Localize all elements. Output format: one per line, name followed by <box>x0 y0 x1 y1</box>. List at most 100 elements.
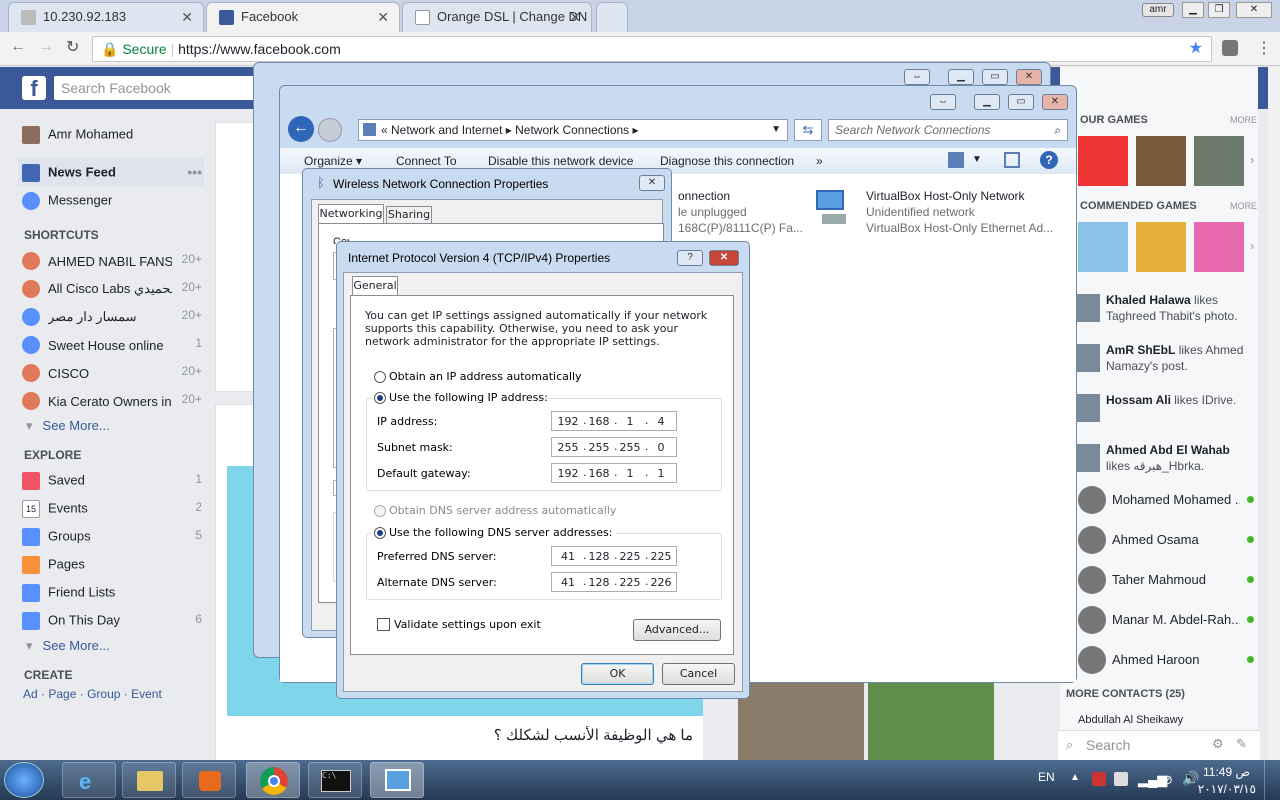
internet-explorer-icon[interactable]: e <box>62 762 116 798</box>
back-icon[interactable]: ← <box>10 38 26 56</box>
media-player-icon[interactable] <box>182 762 236 798</box>
gear-icon[interactable]: ⚙ <box>1212 736 1224 752</box>
create-group-link[interactable]: Group <box>87 687 120 701</box>
help-icon[interactable]: ? <box>1040 151 1058 169</box>
language-indicator[interactable]: EN <box>1038 770 1055 784</box>
start-button[interactable] <box>4 762 44 798</box>
close-icon[interactable]: ✕ <box>1016 69 1042 85</box>
ok-button[interactable]: OK <box>581 663 654 685</box>
advanced-button[interactable]: Advanced... <box>633 619 721 641</box>
validate-checkbox[interactable] <box>377 618 390 631</box>
close-icon[interactable]: ✕ <box>377 3 389 31</box>
toolbar-diagnose[interactable]: Diagnose this connection <box>660 154 794 168</box>
shortcut-item[interactable]: CISCO 20+ <box>22 364 202 382</box>
explore-item[interactable]: On This Day 6 <box>22 612 202 630</box>
game-thumbnail[interactable] <box>1194 136 1244 186</box>
create-ad-link[interactable]: Ad <box>23 687 38 701</box>
subnet-mask-field[interactable]: 255. 255. 255. 0 <box>551 437 677 457</box>
chrome-icon[interactable] <box>246 762 300 798</box>
url-field[interactable]: 🔒 Secure | https://www.facebook.com ★ <box>92 36 1212 62</box>
use-following-dns-radio[interactable] <box>374 527 386 539</box>
address-breadcrumb[interactable]: « Network and Internet ▸ Network Connect… <box>358 119 788 141</box>
clock-time[interactable]: 11:49 ص <box>1200 765 1250 779</box>
clock-date[interactable]: ٢٠١٧/٠٣/١٥ <box>1190 782 1256 796</box>
contact-item[interactable]: Taher Mahmoud <box>1078 564 1258 594</box>
game-thumbnail[interactable] <box>1078 222 1128 272</box>
post-title[interactable]: ما هي الوظيفة الأنسب لشكلك ؟ <box>494 726 693 744</box>
chevron-right-icon[interactable]: › <box>1250 152 1254 167</box>
tab-sharing[interactable]: Sharing <box>386 206 432 224</box>
resize-icon[interactable]: ⇔ <box>930 94 956 110</box>
obtain-dns-auto-label[interactable]: Obtain DNS server address automatically <box>389 504 616 517</box>
tab-networking[interactable]: Networking <box>318 204 384 224</box>
minimize-icon[interactable]: ▁ <box>1182 2 1204 18</box>
post-photo[interactable] <box>738 682 864 760</box>
minimize-icon[interactable]: ▁ <box>948 69 974 85</box>
more-options-icon[interactable]: ••• <box>187 164 202 180</box>
refresh-icon[interactable]: ⇆ <box>794 119 822 141</box>
facebook-logo-icon[interactable]: f <box>22 76 46 101</box>
close-icon[interactable]: ✕ <box>181 3 193 31</box>
explore-item[interactable]: Pages <box>22 556 202 574</box>
ticker-item[interactable]: AmR ShEbL likes Ahmed Namazy's post. <box>1076 342 1256 374</box>
bookmark-star-icon[interactable]: ★ <box>1189 37 1203 61</box>
toolbar-disable-device[interactable]: Disable this network device <box>488 154 633 168</box>
file-explorer-icon[interactable] <box>122 762 176 798</box>
shortcut-item[interactable]: AHMED NABIL FANS 20+ <box>22 252 202 270</box>
contact-item[interactable]: Manar M. Abdel-Rah... <box>1078 604 1258 634</box>
explore-item[interactable]: Saved 1 <box>22 472 202 490</box>
restore-icon[interactable]: ❐ <box>1208 2 1230 18</box>
ticker-item[interactable]: Ahmed Abd El Wahab likes هبرقه_Hbrka. <box>1076 442 1256 474</box>
use-following-ip-label[interactable]: Use the following IP address: <box>389 391 548 404</box>
breadcrumb-network-internet[interactable]: Network and Internet <box>391 123 502 137</box>
maximize-icon[interactable]: ▭ <box>982 69 1008 85</box>
close-icon[interactable]: ✕ <box>569 3 581 31</box>
forward-icon[interactable] <box>318 118 342 142</box>
default-gateway-field[interactable]: 192. 168. 1. 1 <box>551 463 677 483</box>
menu-icon[interactable]: ⋮ <box>1256 38 1272 58</box>
explore-item[interactable]: Friend Lists <box>22 584 202 602</box>
game-thumbnail[interactable] <box>1136 222 1186 272</box>
page-scrollbar[interactable] <box>1268 67 1280 760</box>
chevron-up-icon[interactable]: ▲ <box>1070 772 1080 783</box>
facebook-search-input[interactable]: Search Facebook <box>54 76 274 100</box>
explore-item[interactable]: 15 Events 2 <box>22 500 202 518</box>
view-options-icon[interactable] <box>948 152 964 168</box>
security-alert-icon[interactable] <box>1092 772 1106 786</box>
obtain-dns-auto-radio[interactable] <box>374 505 386 517</box>
connection-item-ethernet[interactable]: onnection le unplugged 168C(P)/8111C(P) … <box>678 188 818 236</box>
nav-messenger[interactable]: Messenger <box>22 192 202 210</box>
chevron-down-icon[interactable]: ▼ <box>771 120 781 140</box>
help-icon[interactable]: ? <box>677 250 703 266</box>
ip-address-field[interactable]: 192. 168. 1. 4 <box>551 411 677 431</box>
use-following-dns-label[interactable]: Use the following DNS server addresses: <box>389 526 612 539</box>
contact-item[interactable]: Abdullah Al Sheikawy <box>1078 714 1258 728</box>
contact-item[interactable]: Mohamed Mohamed ... <box>1078 484 1258 514</box>
command-prompt-icon[interactable]: C:\ <box>308 762 362 798</box>
create-page-link[interactable]: Page <box>48 687 76 701</box>
toolbar-organize[interactable]: Organize ▾ <box>304 154 362 168</box>
show-desktop-button[interactable] <box>1264 760 1280 800</box>
explore-item[interactable]: Groups 5 <box>22 528 202 546</box>
shortcut-item[interactable]: سمسار دار مصر 20+ <box>22 308 202 326</box>
compose-icon[interactable]: ✎ <box>1236 736 1247 752</box>
search-network-input[interactable]: Search Network Connections ⌕ <box>828 119 1068 141</box>
more-games-link[interactable]: MORE <box>1230 201 1257 211</box>
close-icon[interactable]: ✕ <box>1042 94 1068 110</box>
forward-icon[interactable]: → <box>38 38 54 56</box>
breadcrumb-network-connections[interactable]: Network Connections <box>515 123 629 137</box>
validate-label[interactable]: Validate settings upon exit <box>394 618 541 631</box>
preferred-dns-field[interactable]: 41. 128. 225. 225 <box>551 546 677 566</box>
obtain-ip-auto-label[interactable]: Obtain an IP address automatically <box>389 370 582 383</box>
reload-icon[interactable]: ↻ <box>66 37 79 57</box>
contact-item[interactable]: Ahmed Haroon <box>1078 644 1258 674</box>
shortcut-item[interactable]: Kia Cerato Owners in... 20+ <box>22 392 202 410</box>
ticker-item[interactable]: Khaled Halawa likes Taghreed Thabit's ph… <box>1076 292 1256 324</box>
network-disconnected-icon[interactable]: ⊘ <box>1162 772 1173 788</box>
preview-pane-icon[interactable] <box>1004 152 1020 168</box>
cancel-button[interactable]: Cancel <box>662 663 735 685</box>
shortcut-item[interactable]: Sweet House online 1 <box>22 336 202 354</box>
obtain-ip-auto-radio[interactable] <box>374 371 386 383</box>
post-photo[interactable] <box>868 682 994 760</box>
connection-item-virtualbox[interactable]: VirtualBox Host-Only Network Unidentifie… <box>866 188 1066 236</box>
